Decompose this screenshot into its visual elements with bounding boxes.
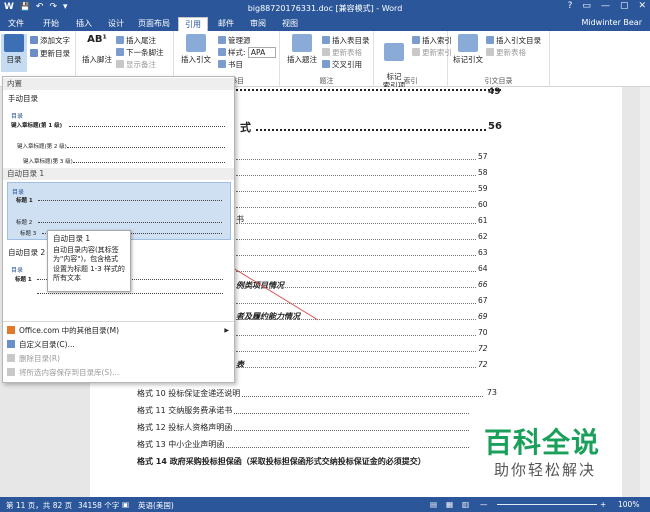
thumb-dots [38,222,222,223]
thumb-level-3: 标题 3 [20,231,37,237]
office-icon [7,326,15,334]
thumb-dots [37,293,223,294]
thumb-dots [38,200,222,201]
thumb-dots [67,147,225,148]
thumb-dots [73,162,225,163]
zoom-level[interactable]: 100% [618,500,639,509]
menu-item-label: 删除目录(R) [19,354,61,363]
zoom-in-icon[interactable]: + [600,500,606,509]
watermark: 百科全说 助你轻松解决 [470,413,622,493]
page-count[interactable]: 第 11 页，共 82 页 [6,500,72,511]
thumb-heading: 目录 [11,267,24,274]
thumb-heading: 目录 [11,113,24,120]
thumb-level-2: 键入章标题(第 2 级) [17,144,67,150]
thumb-heading: 目录 [12,189,25,196]
gallery-item-title: 手动目录 [8,94,38,103]
menu-item-label: Office.com 中的其他目录(M) [19,326,120,335]
thumb-dots [69,126,225,127]
web-layout-icon[interactable]: ▥ [462,500,469,509]
status-bar: 第 11 页，共 82 页 34158 个字 ▣ 英语(美国) ▤ ▦ ▥ — … [0,497,650,512]
thumb-level-1: 标题 1 [16,198,33,204]
watermark-title: 百科全说 [484,426,601,459]
proofing-icon[interactable]: ▣ [122,500,129,509]
custom-toc-icon [7,340,15,348]
gallery-section-auto1: 自动目录 1 [3,168,234,180]
watermark-subtitle: 助你轻松解决 [494,461,597,479]
save-selection-icon [7,368,15,376]
gallery-item-manual-toc[interactable]: 目录 键入章标题(第 1 级) 键入章标题(第 2 级) 键入章标题(第 3 级… [7,105,231,165]
gallery-tooltip: 自动目录 1 自动目录内容(其标签为"内容")，包含格式设置为标题 1-3 样式… [47,230,131,292]
menu-more-tocs[interactable]: Office.com 中的其他目录(M) ▶ [7,325,231,337]
menu-custom-toc[interactable]: 自定义目录(C)... [7,339,75,351]
zoom-slider[interactable] [497,504,597,505]
thumb-level-2: 标题 2 [16,220,33,226]
menu-divider [3,321,234,322]
tooltip-body: 自动目录内容(其标签为"内容")，包含格式设置为标题 1-3 样式的所有文本 [53,245,125,283]
thumb-level-1: 标题 1 [15,277,32,283]
print-layout-icon[interactable]: ▦ [446,500,453,509]
word-count[interactable]: 34158 个字 [78,500,119,511]
thumb-level-1: 键入章标题(第 1 级) [11,123,63,129]
language[interactable]: 英语(美国) [138,500,174,511]
remove-toc-icon [7,354,15,362]
menu-item-label: 自定义目录(C)... [19,340,75,349]
thumb-level-3: 键入章标题(第 3 级) [23,159,73,165]
menu-save-selection[interactable]: 将所选内容保存到目录库(S)... [7,367,119,379]
tooltip-title: 自动目录 1 [53,234,91,243]
menu-item-label: 将所选内容保存到目录库(S)... [19,368,120,377]
menu-remove-toc[interactable]: 删除目录(R) [7,353,60,365]
read-mode-icon[interactable]: ▤ [430,500,437,509]
gallery-section-auto2: 自动目录 2 [8,248,46,257]
zoom-out-icon[interactable]: — [480,500,488,509]
submenu-arrow-icon: ▶ [224,327,229,334]
gallery-section-builtin: 内置 [3,78,234,90]
